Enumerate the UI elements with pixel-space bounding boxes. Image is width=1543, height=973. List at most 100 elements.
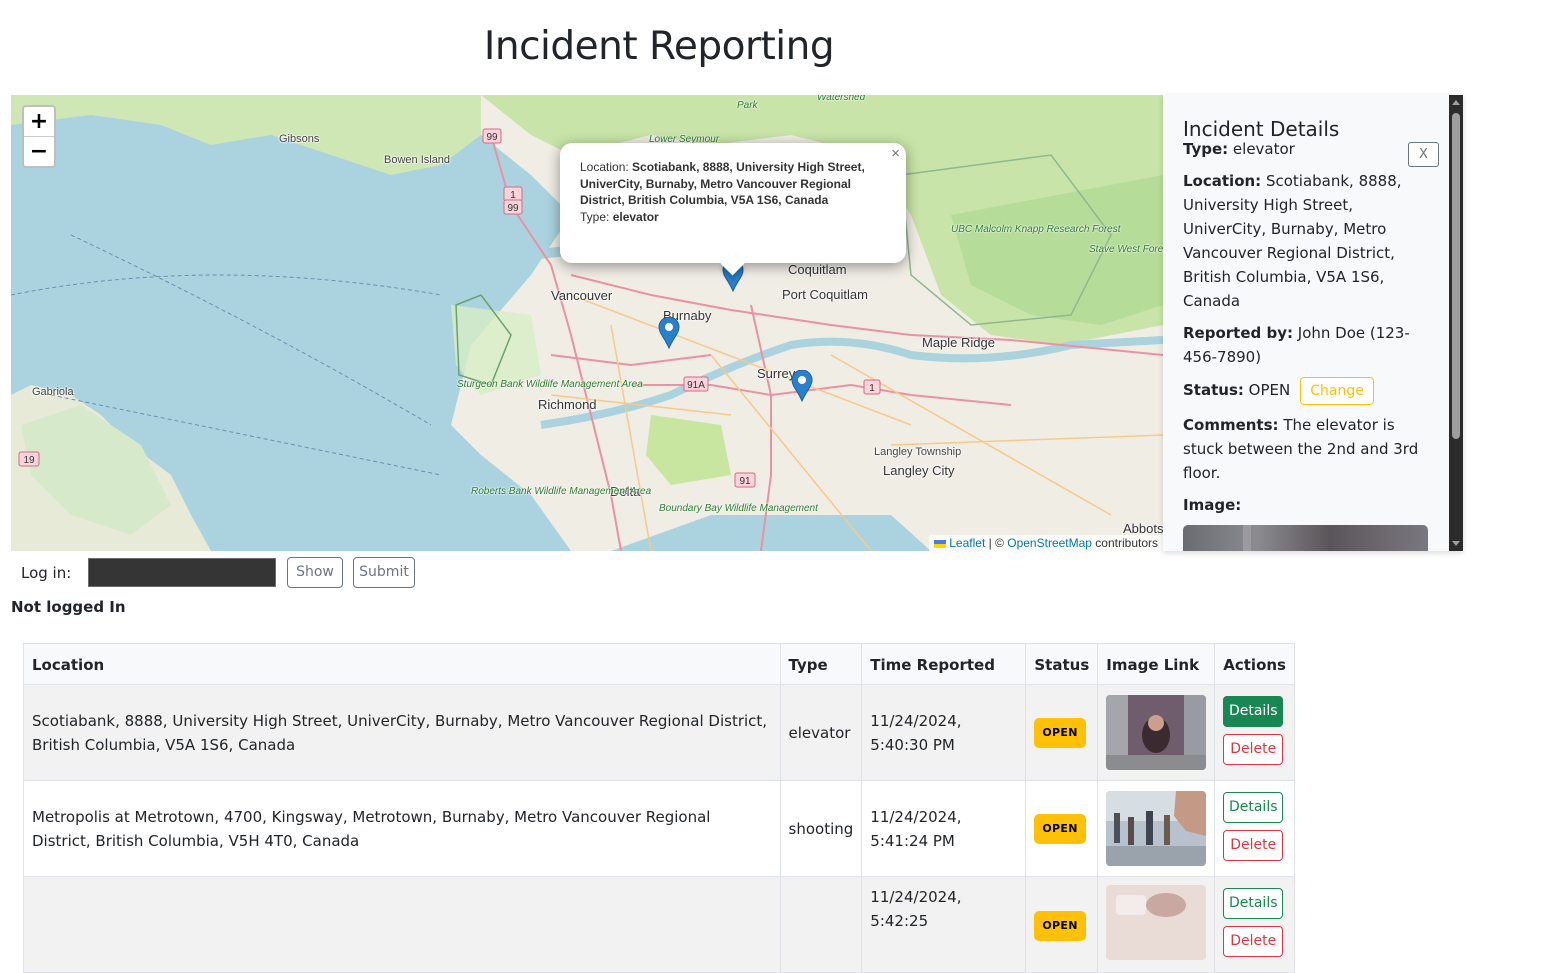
cell-status: OPEN (1025, 780, 1099, 877)
label-sturgeon: Sturgeon Bank Wildlife Management Area (457, 379, 643, 390)
details-incident-image (1183, 525, 1428, 551)
scroll-down-arrow-icon[interactable] (1452, 541, 1460, 546)
details-status-value: OPEN (1248, 381, 1291, 399)
incident-image-link[interactable] (1106, 695, 1207, 770)
label-abbotsford: Abbots (1123, 521, 1163, 536)
table-row: 11/24/2024, 5:42:25 OPEN Details Delete (23, 876, 1295, 973)
details-type-value: elevator (1232, 140, 1295, 158)
label-port-coquitlam: Port Coquitlam (782, 287, 868, 302)
header-time: Time Reported (861, 643, 1027, 685)
cell-status: OPEN (1025, 876, 1099, 973)
details-comments-label: Comments: (1183, 416, 1279, 434)
details-location-label: Location: (1183, 172, 1262, 190)
label-boundary: Boundary Bay Wildlife Management (659, 503, 818, 514)
label-stave-west: Stave West Forest & Recreation Area (1089, 244, 1163, 255)
cell-location: Scotiabank, 8888, University High Street… (23, 684, 781, 781)
status-badge: OPEN (1034, 813, 1086, 844)
submit-login-button[interactable]: Submit (353, 557, 415, 588)
cell-type: elevator (779, 684, 863, 781)
label-vancouver: Vancouver (551, 288, 613, 303)
label-ubc-malcolm: UBC Malcolm Knapp Research Forest (951, 224, 1121, 235)
cell-time: 11/24/2024, 5:41:24 PM (861, 780, 1027, 877)
label-roberts: Roberts Bank Wildlife Management Area (471, 486, 651, 497)
delete-button[interactable]: Delete (1223, 830, 1284, 861)
label-richmond: Richmond (538, 397, 597, 412)
zoom-control: + − (22, 105, 56, 168)
label-bowen: Bowen Island (384, 154, 451, 166)
table-row: Metropolis at Metrotown, 4700, Kingsway,… (23, 780, 1295, 877)
details-image-label: Image: (1183, 496, 1242, 514)
map-marker-shooting[interactable] (658, 317, 680, 349)
popup-type-value: elevator (612, 209, 659, 224)
cell-actions: Details Delete (1214, 876, 1295, 973)
zoom-in-button[interactable]: + (24, 107, 54, 136)
table-header-row: Location Type Time Reported Status Image… (23, 643, 1295, 685)
cell-image (1097, 876, 1216, 973)
map-marker-incident-3[interactable] (791, 370, 813, 402)
details-close-button[interactable]: X (1408, 142, 1439, 167)
details-button[interactable]: Details (1223, 888, 1284, 919)
scroll-thumb[interactable] (1452, 113, 1460, 439)
cell-image (1097, 780, 1216, 877)
details-button[interactable]: Details (1223, 792, 1284, 823)
header-status: Status (1025, 643, 1099, 685)
popup-close-button[interactable]: × (891, 145, 900, 163)
login-password-input[interactable] (88, 558, 276, 587)
table-row: Scotiabank, 8888, University High Street… (23, 684, 1295, 781)
status-badge: OPEN (1034, 911, 1086, 941)
details-button[interactable]: Details (1223, 696, 1284, 727)
details-type-label: Type: (1183, 140, 1229, 158)
cell-actions: Details Delete (1214, 684, 1295, 781)
scroll-up-arrow-icon[interactable] (1452, 100, 1460, 105)
ukraine-flag-icon (934, 539, 947, 548)
page-title: Incident Reporting (483, 24, 835, 69)
attribution-contributors: contributors (1091, 536, 1158, 550)
osm-link[interactable]: OpenStreetMap (1007, 536, 1092, 550)
cell-time: 11/24/2024, 5:42:25 (861, 876, 1027, 973)
incident-details-panel: Incident Details X Type: elevator Locati… (1163, 95, 1463, 551)
show-password-button[interactable]: Show (287, 557, 343, 588)
incident-image-link[interactable] (1106, 791, 1207, 866)
cell-type (779, 876, 863, 973)
map-attribution: Leaflet | © OpenStreetMap contributors (929, 535, 1163, 551)
delete-button[interactable]: Delete (1223, 926, 1284, 957)
header-image-link: Image Link (1097, 643, 1216, 685)
change-status-button[interactable]: Change (1300, 377, 1374, 405)
details-scrollbar[interactable] (1449, 95, 1463, 551)
header-actions: Actions (1214, 643, 1295, 685)
details-reported-label: Reported by: (1183, 324, 1293, 342)
label-langley-township: Langley Township (874, 446, 962, 458)
label-langley-city: Langley City (883, 463, 955, 478)
label-maple-ridge: Maple Ridge (922, 335, 995, 350)
popup-location-label: Location: (580, 160, 629, 174)
cell-image (1097, 684, 1216, 781)
login-status: Not logged In (11, 598, 126, 616)
label-surrey: Surrey (757, 366, 796, 381)
header-type: Type (779, 643, 863, 685)
header-location: Location (23, 643, 781, 685)
label-coquitlam: Coquitlam (788, 262, 847, 277)
label-gabriola: Gabriola (32, 386, 74, 398)
incident-image-link[interactable] (1106, 885, 1207, 960)
incidents-table: Location Type Time Reported Status Image… (23, 643, 1295, 973)
cell-location: Metropolis at Metrotown, 4700, Kingsway,… (23, 780, 781, 877)
login-label: Log in: (21, 564, 72, 582)
map-popup: × Location: Scotiabank, 8888, University… (560, 143, 906, 276)
details-status-label: Status: (1183, 381, 1244, 399)
popup-content: Location: Scotiabank, 8888, University H… (580, 159, 880, 225)
label-gibsons: Gibsons (279, 133, 320, 145)
label-watershed: Watershed (817, 95, 866, 103)
cell-status: OPEN (1025, 684, 1099, 781)
details-location-value: Scotiabank, 8888, University High Street… (1183, 172, 1402, 310)
cell-actions: Details Delete (1214, 780, 1295, 877)
incident-map[interactable]: Gibsons Bowen Island Vancouver Burnaby C… (11, 95, 1163, 551)
label-park: Park (737, 100, 758, 111)
cell-time: 11/24/2024, 5:40:30 PM (861, 684, 1027, 781)
cell-type: shooting (779, 780, 863, 877)
attribution-separator: | © (985, 536, 1008, 550)
popup-type-label: Type: (580, 209, 610, 224)
status-badge: OPEN (1034, 717, 1086, 748)
delete-button[interactable]: Delete (1223, 734, 1284, 765)
leaflet-link[interactable]: Leaflet (949, 536, 985, 550)
zoom-out-button[interactable]: − (24, 136, 54, 166)
